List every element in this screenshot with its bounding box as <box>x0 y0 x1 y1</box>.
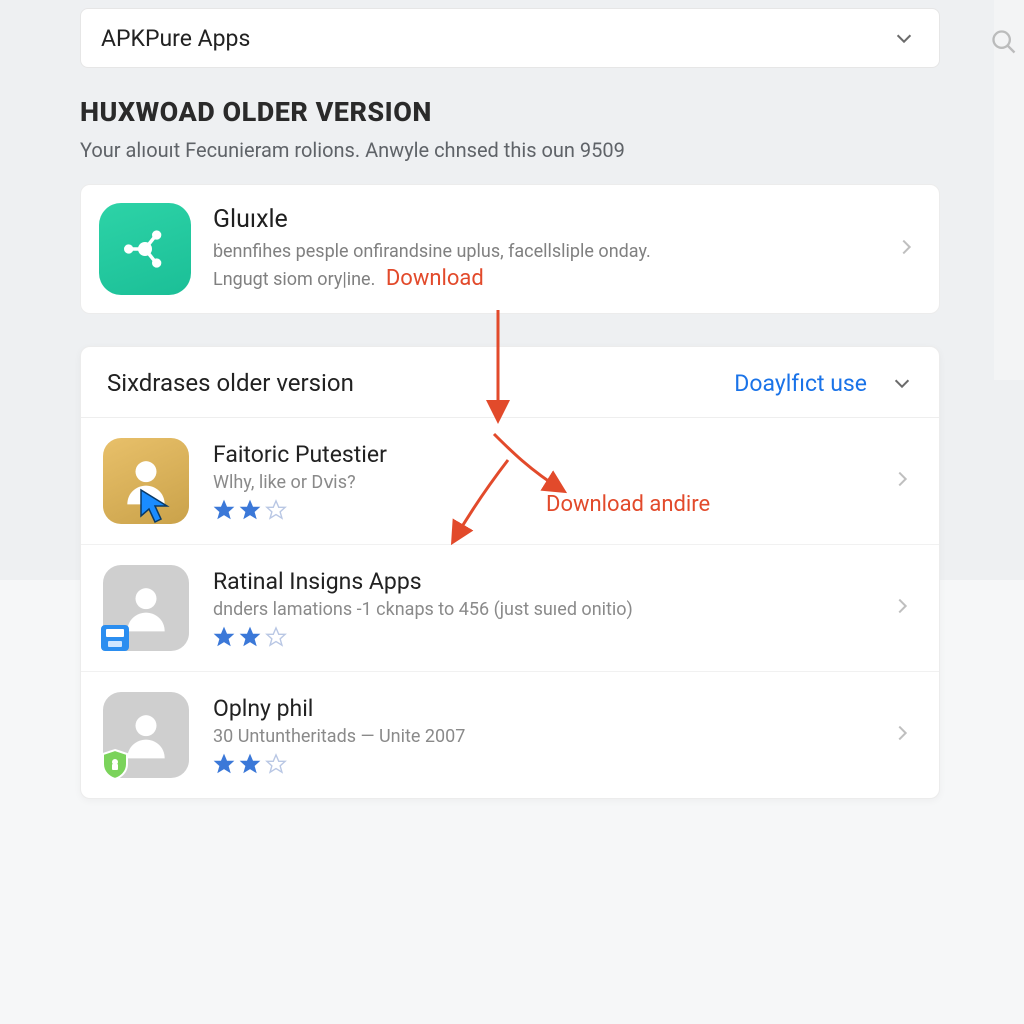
star-icon <box>265 499 287 521</box>
panel-header[interactable]: Sixdrases older version Doaylfıct use <box>81 347 939 418</box>
scrollbar-track[interactable] <box>994 0 1024 380</box>
app-icon <box>99 203 191 295</box>
panel-header-link[interactable]: Doaylfıct use <box>734 370 867 397</box>
category-dropdown[interactable]: APKPure Apps <box>80 8 940 68</box>
older-versions-panel: Sixdrases older version Doaylfıct use Fa… <box>80 346 940 799</box>
chevron-right-icon <box>895 236 917 258</box>
star-icon <box>239 499 261 521</box>
chevron-right-icon <box>891 595 913 617</box>
item-arrow <box>891 722 913 748</box>
star-icon <box>265 626 287 648</box>
star-icon <box>265 753 287 775</box>
page-heading: HUXWOAD OLDER VERSION Your alıouıt Fecun… <box>80 96 940 162</box>
item-sub: dnders lamations -1 cknaps to 456 (just … <box>213 599 867 620</box>
star-icon <box>213 753 235 775</box>
featured-app-sub-line2: Lngugt siom ory|ine. <box>213 269 375 290</box>
app-thumb <box>103 692 189 778</box>
star-icon <box>213 626 235 648</box>
app-thumb <box>103 438 189 524</box>
list-item[interactable]: Ratinal Insigns Apps dnders lamations -1 … <box>81 545 939 672</box>
featured-app-sub: ḃennfihes pesple onfirandsine uplus, fac… <box>213 240 873 294</box>
item-arrow <box>891 468 913 494</box>
star-icon <box>239 753 261 775</box>
item-sub: 30 Untuntheritads — Unite 2007 <box>213 726 867 747</box>
item-arrow <box>891 595 913 621</box>
panel-header-title: Sixdrases older version <box>107 369 354 397</box>
app-thumb <box>103 565 189 651</box>
search-icon[interactable] <box>990 28 1018 56</box>
item-title: Faitoric Putestier <box>213 441 867 468</box>
shield-badge-icon <box>97 746 133 782</box>
chevron-down-icon <box>891 372 913 394</box>
page-subtitle: Your alıouıt Fecunieram rolions. Anwyle … <box>80 138 940 162</box>
featured-app-title: Gluıxle <box>213 205 873 234</box>
chevron-right-icon <box>891 468 913 490</box>
rating-stars <box>213 499 867 521</box>
list-item[interactable]: Faitoric Putestier Wlhy, like or Dⅵs? <box>81 418 939 545</box>
page-title: HUXWOAD OLDER VERSION <box>80 96 940 128</box>
featured-app-card[interactable]: Gluıxle ḃennfihes pesple onfirandsine up… <box>80 184 940 314</box>
category-dropdown-label: APKPure Apps <box>101 25 250 52</box>
save-badge-icon <box>97 619 133 655</box>
rating-stars <box>213 753 867 775</box>
star-icon <box>239 626 261 648</box>
list-item[interactable]: Oplny phil 30 Untuntheritads — Unite 2007 <box>81 672 939 798</box>
item-title: Oplny phil <box>213 695 867 722</box>
rating-stars <box>213 626 867 648</box>
item-sub: Wlhy, like or Dⅵs? <box>213 472 867 493</box>
cursor-icon <box>137 486 177 526</box>
featured-card-arrow <box>895 236 917 262</box>
star-icon <box>213 499 235 521</box>
chevron-down-icon <box>893 27 915 49</box>
chevron-right-icon <box>891 722 913 744</box>
download-link[interactable]: Download <box>386 266 484 291</box>
featured-app-sub-line1: ḃennfihes pesple onfirandsine uplus, fac… <box>213 241 651 262</box>
item-title: Ratinal Insigns Apps <box>213 568 867 595</box>
